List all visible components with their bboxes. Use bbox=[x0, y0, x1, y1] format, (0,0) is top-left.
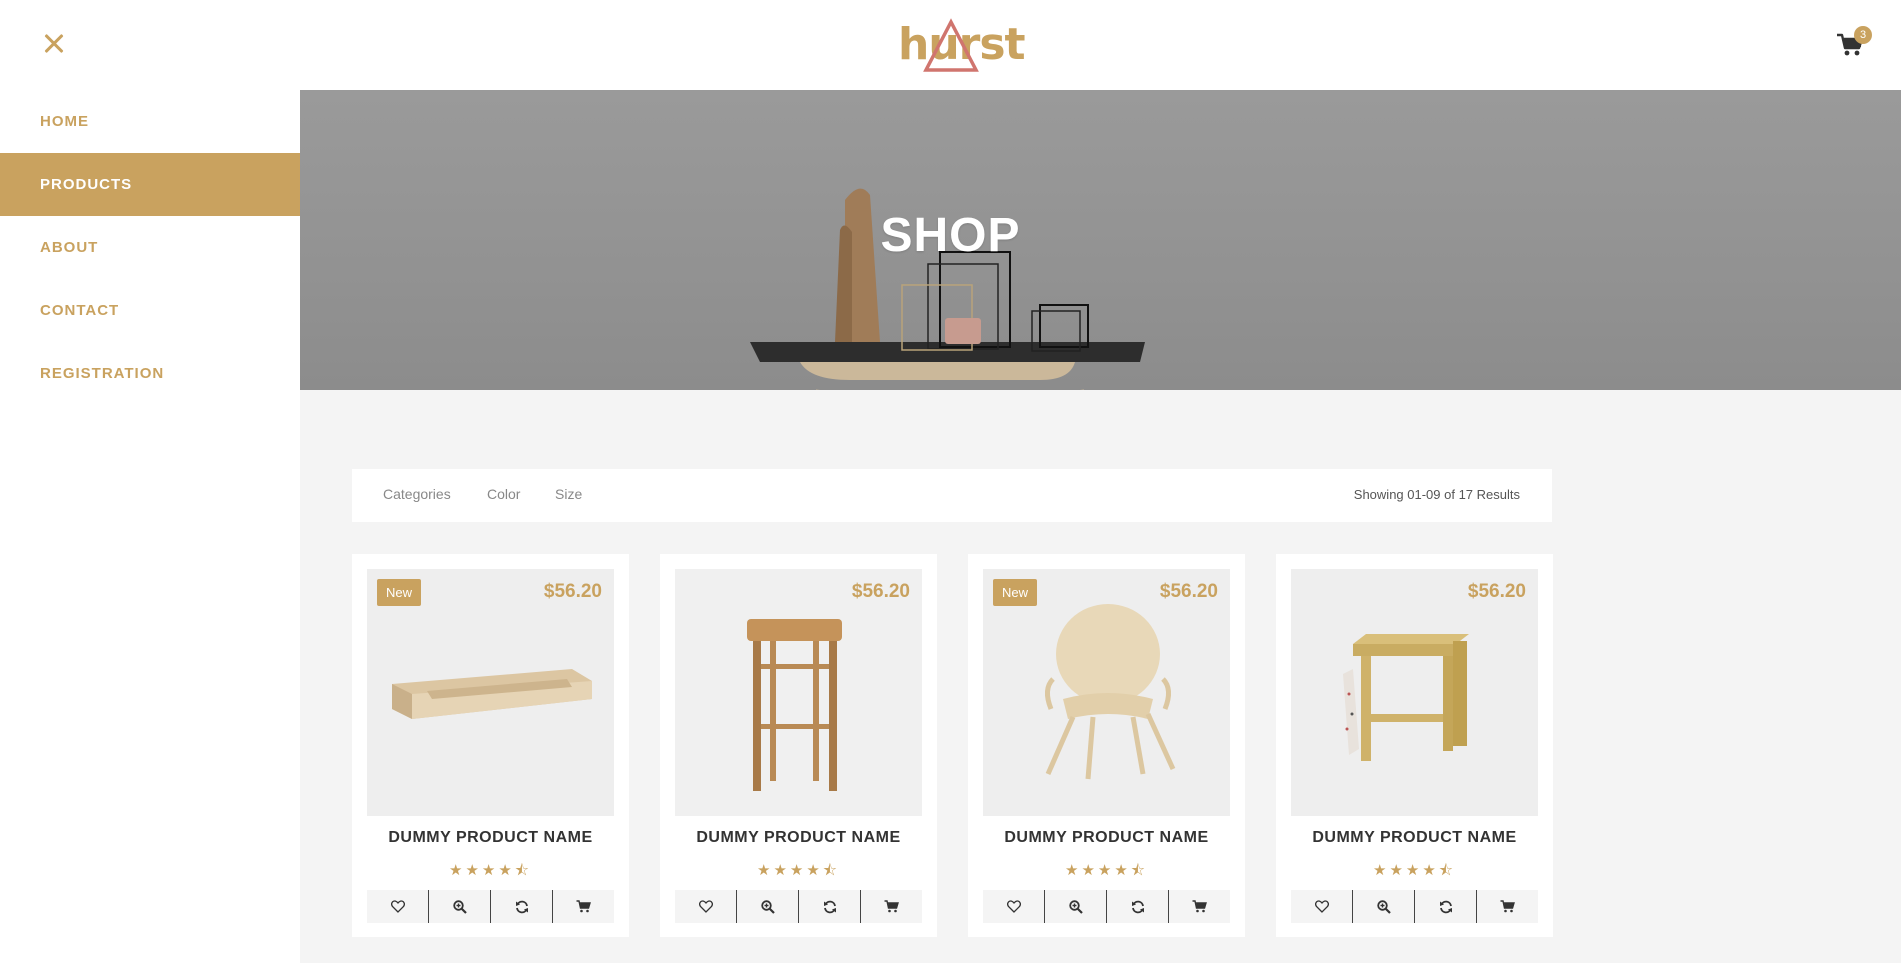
cart-icon bbox=[1500, 900, 1515, 913]
zoom-icon bbox=[760, 899, 775, 914]
add-to-cart-button[interactable] bbox=[1477, 890, 1538, 923]
product-name[interactable]: DUMMY PRODUCT NAME bbox=[352, 829, 629, 847]
wishlist-button[interactable] bbox=[983, 890, 1045, 923]
compare-button[interactable] bbox=[491, 890, 553, 923]
refresh-icon bbox=[1131, 900, 1144, 913]
zoom-icon bbox=[1376, 899, 1391, 914]
heart-icon bbox=[1006, 900, 1021, 913]
cart-count-badge: 3 bbox=[1854, 26, 1872, 44]
bar-stool-image bbox=[675, 569, 922, 816]
zoom-icon bbox=[1068, 899, 1083, 914]
cart-icon bbox=[1192, 900, 1207, 913]
filter-categories[interactable]: Categories bbox=[383, 486, 451, 502]
add-to-cart-button[interactable] bbox=[1169, 890, 1230, 923]
refresh-icon bbox=[515, 900, 528, 913]
sidebar-item-registration[interactable]: REGISTRATION bbox=[0, 342, 300, 405]
product-actions bbox=[367, 890, 614, 923]
sidebar-item-home[interactable]: HOME bbox=[0, 90, 300, 153]
rating-stars-icon: ★★★★⯪ bbox=[1373, 862, 1456, 879]
heart-icon bbox=[698, 900, 713, 913]
product-card[interactable]: New $56.20 DUMMY PRODUCT NAME ★★★★⯪ bbox=[968, 554, 1245, 937]
cart-button[interactable]: 3 bbox=[1836, 26, 1872, 60]
close-icon[interactable] bbox=[38, 28, 70, 60]
product-actions bbox=[983, 890, 1230, 923]
product-image[interactable]: New $56.20 bbox=[367, 569, 614, 816]
add-to-cart-button[interactable] bbox=[553, 890, 614, 923]
rating-stars-icon: ★★★★⯪ bbox=[757, 862, 840, 879]
armchair-image bbox=[983, 569, 1230, 816]
refresh-icon bbox=[1439, 900, 1452, 913]
product-name[interactable]: DUMMY PRODUCT NAME bbox=[1276, 829, 1553, 847]
quick-view-button[interactable] bbox=[429, 890, 491, 923]
product-actions bbox=[675, 890, 922, 923]
product-image[interactable]: New $56.20 bbox=[983, 569, 1230, 816]
product-actions bbox=[1291, 890, 1538, 923]
product-image[interactable]: $56.20 bbox=[1291, 569, 1538, 816]
filter-bar: Categories Color Size Showing 01-09 of 1… bbox=[352, 469, 1552, 522]
product-price: $56.20 bbox=[543, 581, 602, 602]
product-price: $56.20 bbox=[851, 581, 910, 602]
heart-icon bbox=[1314, 900, 1329, 913]
product-card[interactable]: $56.20 DUMMY PRODUCT NAME ★★★★⯪ bbox=[1276, 554, 1553, 937]
sidebar-item-contact[interactable]: CONTACT bbox=[0, 279, 300, 342]
product-price: $56.20 bbox=[1159, 581, 1218, 602]
results-count: Showing 01-09 of 17 Results bbox=[1353, 487, 1520, 502]
product-image[interactable]: $56.20 bbox=[675, 569, 922, 816]
hero-banner: SHOP bbox=[300, 90, 1901, 390]
compare-button[interactable] bbox=[1415, 890, 1477, 923]
logo-triangle-icon bbox=[923, 18, 979, 72]
rating-stars-icon: ★★★★⯪ bbox=[1065, 862, 1148, 879]
product-price: $56.20 bbox=[1467, 581, 1526, 602]
new-badge: New bbox=[377, 579, 422, 606]
quick-view-button[interactable] bbox=[1353, 890, 1415, 923]
quick-view-button[interactable] bbox=[1045, 890, 1107, 923]
heart-icon bbox=[390, 900, 405, 913]
side-table-image bbox=[1291, 569, 1538, 816]
logo[interactable]: hurst bbox=[890, 14, 1026, 74]
product-card[interactable]: New $56.20 DUMMY PRODUCT NAME ★★★★⯪ bbox=[352, 554, 629, 937]
compare-button[interactable] bbox=[1107, 890, 1169, 923]
product-card[interactable]: $56.20 DUMMY PRODUCT NAME ★★★★⯪ bbox=[660, 554, 937, 937]
header: hurst 3 bbox=[0, 0, 1901, 90]
add-to-cart-button[interactable] bbox=[861, 890, 922, 923]
quick-view-button[interactable] bbox=[737, 890, 799, 923]
page-title: SHOP bbox=[880, 209, 1021, 262]
wishlist-button[interactable] bbox=[1291, 890, 1353, 923]
filter-size[interactable]: Size bbox=[555, 486, 582, 502]
product-name[interactable]: DUMMY PRODUCT NAME bbox=[660, 829, 937, 847]
hero-desk-image bbox=[750, 188, 1145, 390]
wishlist-button[interactable] bbox=[675, 890, 737, 923]
main-content: SHOP Categories Color Size Showing 01-09… bbox=[300, 90, 1901, 963]
wishlist-button[interactable] bbox=[367, 890, 429, 923]
compare-button[interactable] bbox=[799, 890, 861, 923]
new-badge: New bbox=[993, 579, 1038, 606]
sidebar-item-about[interactable]: ABOUT bbox=[0, 216, 300, 279]
zoom-icon bbox=[452, 899, 467, 914]
rating-stars-icon: ★★★★⯪ bbox=[449, 862, 532, 879]
sidebar-nav: HOME PRODUCTS ABOUT CONTACT REGISTRATION bbox=[0, 90, 300, 963]
cart-icon bbox=[884, 900, 899, 913]
wooden-tray-image bbox=[367, 569, 614, 816]
product-name[interactable]: DUMMY PRODUCT NAME bbox=[968, 829, 1245, 847]
sidebar-item-products[interactable]: PRODUCTS bbox=[0, 153, 300, 216]
filter-color[interactable]: Color bbox=[487, 486, 520, 502]
cart-icon bbox=[576, 900, 591, 913]
refresh-icon bbox=[823, 900, 836, 913]
